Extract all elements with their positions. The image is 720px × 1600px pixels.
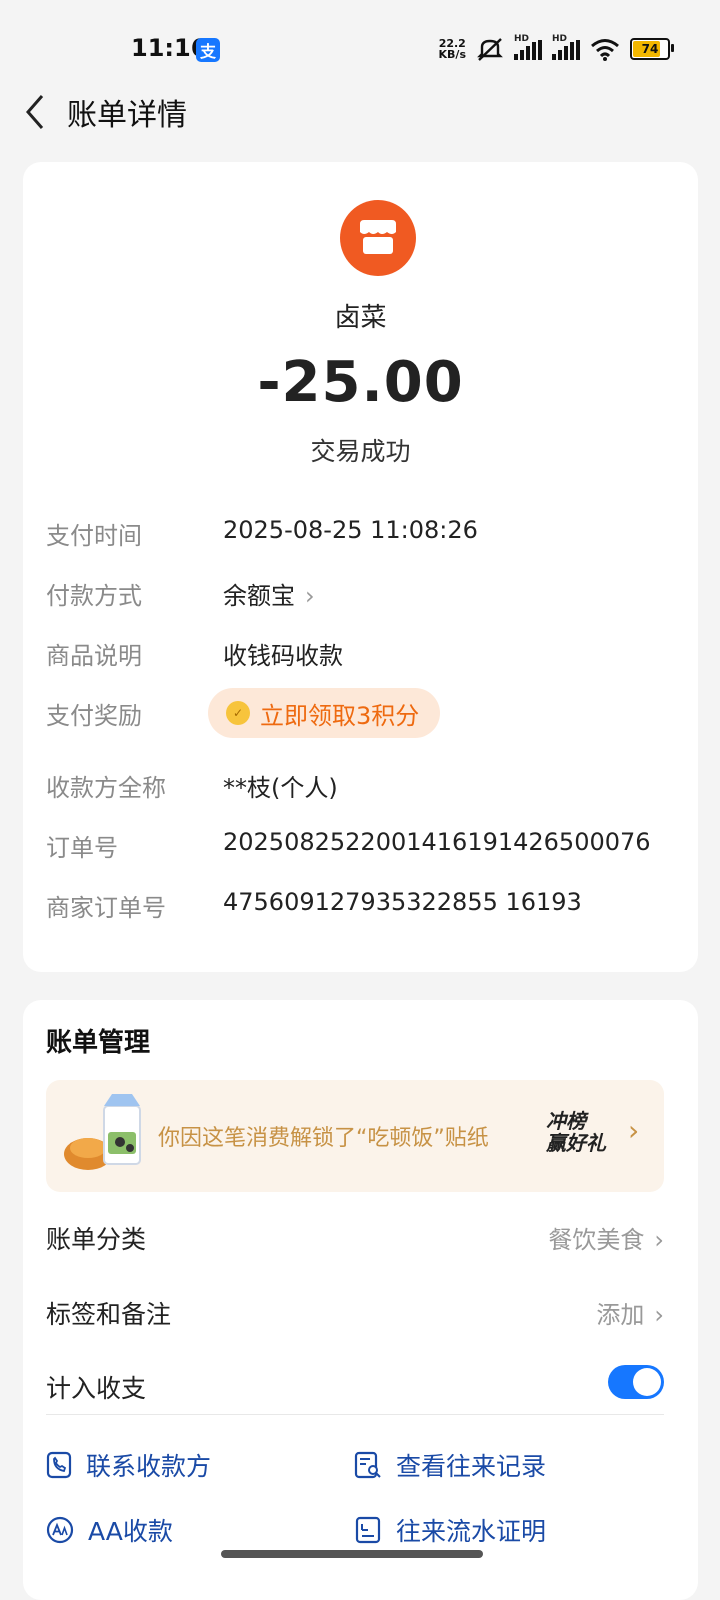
sticker-illustration <box>64 1094 141 1170</box>
sticker-banner-text: 你因这笔消费解锁了“吃顿饭”贴纸 <box>158 1126 489 1151</box>
phone-icon <box>46 1451 72 1479</box>
transaction-card: 卤菜 -25.00 交易成功 支付时间 2025-08-25 11:08:26 … <box>23 162 698 972</box>
detail-value: 2025082522001416191426500076 <box>223 828 651 856</box>
view-history-button[interactable]: 查看往来记录 <box>354 1445 546 1485</box>
include-in-stats-toggle[interactable] <box>608 1365 664 1399</box>
bill-category-row[interactable]: 账单分类 餐饮美食 › <box>46 1214 664 1258</box>
aa-payment-button[interactable]: AA收款 <box>46 1510 173 1550</box>
detail-label: 收款方全称 <box>46 774 166 802</box>
chevron-right-icon: › <box>654 1226 664 1254</box>
transaction-status: 交易成功 <box>310 437 411 466</box>
detail-row-description: 商品说明 收钱码收款 <box>46 632 676 672</box>
detail-row-order-no: 订单号 2025082522001416191426500076 <box>46 824 676 864</box>
battery-icon: 74 <box>630 38 674 60</box>
home-indicator[interactable] <box>221 1550 483 1558</box>
aa-icon <box>46 1516 74 1544</box>
nav-bar: 账单详情 <box>0 78 720 140</box>
include-in-stats-row: 计入收支 <box>46 1363 664 1407</box>
detail-label: 支付时间 <box>46 522 142 550</box>
bill-category-label: 账单分类 <box>46 1225 147 1254</box>
page-title: 账单详情 <box>67 98 187 133</box>
chevron-right-icon: › <box>305 582 315 610</box>
tags-notes-label: 标签和备注 <box>46 1300 172 1329</box>
sticker-banner[interactable]: 你因这笔消费解锁了“吃顿饭”贴纸 冲榜 赢好礼 › <box>46 1080 664 1192</box>
include-in-stats-label: 计入收支 <box>46 1374 147 1403</box>
bill-management-card: 账单管理 你因这笔消费解锁了“吃顿饭”贴纸 冲榜 赢好礼 › 账单分类 餐饮美食… <box>23 1000 698 1600</box>
store-icon <box>340 200 416 276</box>
detail-value: **枝(个人) <box>223 774 338 802</box>
statement-proof-button[interactable]: 往来流水证明 <box>354 1510 546 1550</box>
detail-value: 收钱码收款 <box>223 642 343 670</box>
back-arrow-icon[interactable] <box>22 92 48 132</box>
detail-row-merchant-order-no: 商家订单号 475609127935322855 16193 <box>46 884 676 924</box>
detail-row-pay-time: 支付时间 2025-08-25 11:08:26 <box>46 512 676 552</box>
chevron-right-icon: › <box>628 1114 640 1147</box>
bill-category-value: 餐饮美食 › <box>548 1226 664 1254</box>
detail-label: 订单号 <box>46 834 118 862</box>
transaction-amount: -25.00 <box>257 350 464 415</box>
detail-row-reward: 支付奖励 ✓ 立即领取3积分 <box>46 688 676 738</box>
record-search-icon <box>354 1451 381 1479</box>
document-icon <box>355 1516 381 1544</box>
wifi-icon <box>591 39 619 61</box>
divider <box>46 1414 664 1415</box>
tags-notes-value: 添加 › <box>596 1301 664 1329</box>
merchant-name: 卤菜 <box>334 303 387 333</box>
detail-value: 2025-08-25 11:08:26 <box>223 516 478 544</box>
leaderboard-badge: 冲榜 赢好礼 <box>546 1109 606 1155</box>
detail-label: 商品说明 <box>46 642 142 670</box>
signal-icon-1: HD <box>514 34 542 60</box>
detail-row-payee: 收款方全称 **枝(个人) <box>46 764 676 804</box>
contact-payee-button[interactable]: 联系收款方 <box>46 1445 211 1485</box>
chevron-right-icon: › <box>654 1301 664 1329</box>
detail-label: 商家订单号 <box>46 894 166 922</box>
toggle-knob <box>633 1368 661 1396</box>
section-title: 账单管理 <box>46 1028 151 1058</box>
alipay-notification-icon: 支 <box>196 38 220 62</box>
detail-value: 475609127935322855 16193 <box>223 888 582 916</box>
pay-method-value[interactable]: 余额宝 › <box>223 576 315 611</box>
points-coin-icon: ✓ <box>226 701 250 725</box>
signal-icon-2: HD <box>552 34 580 60</box>
net-speed: 22.2 KB/s <box>438 37 466 61</box>
detail-row-pay-method[interactable]: 付款方式 余额宝 › <box>46 572 676 612</box>
status-icons: 22.2 KB/s HD HD 74 <box>438 34 674 64</box>
detail-label: 付款方式 <box>46 582 142 610</box>
mute-icon <box>477 38 503 61</box>
detail-label: 支付奖励 <box>46 702 142 730</box>
tags-notes-row[interactable]: 标签和备注 添加 › <box>46 1289 664 1333</box>
claim-points-button[interactable]: ✓ 立即领取3积分 <box>208 688 440 738</box>
